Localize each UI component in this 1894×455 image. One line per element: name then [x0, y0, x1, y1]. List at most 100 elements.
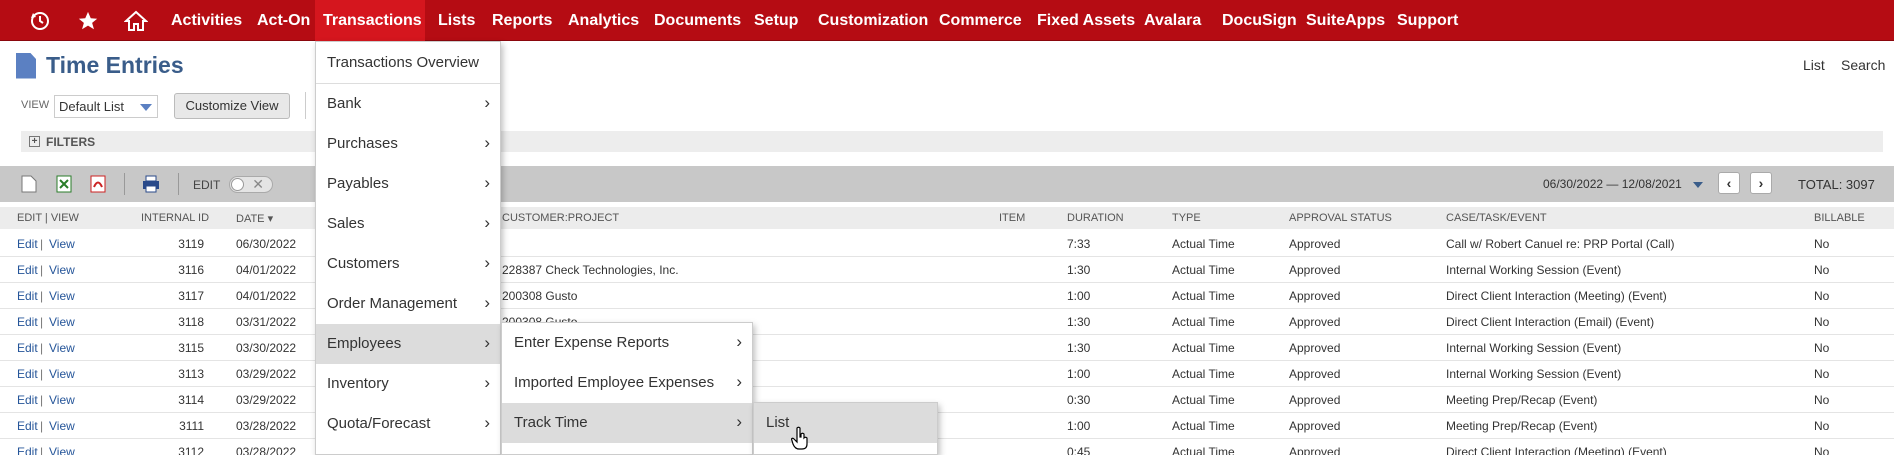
nav-activities[interactable]: Activities	[163, 0, 250, 41]
view-link[interactable]: View	[49, 393, 75, 407]
chevron-right-icon: ›	[484, 213, 490, 232]
table-row: Edit | View 3119 06/30/2022 7:33 Actual Time Ap…	[0, 231, 1894, 257]
view-label: VIEW	[21, 99, 50, 111]
nav-act-on[interactable]: Act-On	[249, 0, 318, 41]
edit-link[interactable]: Edit	[17, 315, 38, 329]
menu-item-bank[interactable]: Bank ›	[316, 84, 500, 124]
cell-internal-id: 3112	[178, 445, 204, 455]
chevron-right-icon: ›	[484, 333, 490, 352]
menu-item-transactions-overview[interactable]: Transactions Overview	[327, 54, 479, 71]
expand-icon[interactable]: +	[29, 136, 40, 147]
edit-link[interactable]: Edit	[17, 341, 38, 355]
menu-item-list[interactable]: List	[754, 403, 937, 443]
table-row: Edit | View 3111 03/28/2022 1:00 Actual Time Ap…	[0, 413, 1894, 439]
edit-label: EDIT	[193, 178, 221, 192]
cell-internal-id: 3113	[178, 367, 204, 381]
link-separator: |	[40, 445, 44, 455]
nav-commerce[interactable]: Commerce	[931, 0, 1030, 41]
cell-approval-status: Approved	[1289, 263, 1341, 277]
menu-item-payables[interactable]: Payables ›	[316, 164, 500, 204]
chevron-right-icon: ›	[736, 332, 742, 351]
link-separator: |	[40, 341, 44, 355]
print-icon[interactable]	[142, 175, 160, 193]
cell-approval-status: Approved	[1289, 237, 1341, 251]
col-date[interactable]: DATE ▾	[236, 212, 273, 225]
menu-item-track-time[interactable]: Track Time ›	[502, 403, 752, 443]
view-link[interactable]: View	[49, 445, 75, 455]
cell-approval-status: Approved	[1289, 445, 1341, 455]
nav-documents[interactable]: Documents	[646, 0, 749, 41]
export-pdf-icon[interactable]	[90, 175, 106, 193]
edit-link[interactable]: Edit	[17, 367, 38, 381]
view-link[interactable]: View	[49, 315, 75, 329]
nav-customization[interactable]: Customization	[810, 0, 936, 41]
nav-transactions[interactable]: Transactions	[315, 0, 425, 41]
view-link[interactable]: View	[49, 419, 75, 433]
col-case-task-event[interactable]: CASE/TASK/EVENT	[1446, 212, 1547, 224]
menu-item-inventory[interactable]: Inventory ›	[316, 364, 500, 404]
nav-reports[interactable]: Reports	[484, 0, 560, 41]
edit-link[interactable]: Edit	[17, 445, 38, 455]
col-approval-status[interactable]: APPROVAL STATUS	[1289, 212, 1392, 224]
table-row: Edit|View311803/31/2022200308 Gusto1:30A…	[0, 309, 1894, 335]
menu-item-quota-forecast[interactable]: Quota/Forecast ›	[316, 404, 500, 444]
view-select[interactable]: Default List	[54, 95, 158, 118]
nav-suiteapps[interactable]: SuiteApps	[1298, 0, 1393, 41]
nav-lists[interactable]: Lists	[430, 0, 483, 41]
edit-link[interactable]: Edit	[17, 289, 38, 303]
edit-toggle[interactable]: ✕	[229, 176, 273, 193]
new-document-icon[interactable]	[21, 175, 37, 193]
menu-item-employees[interactable]: Employees ›	[316, 324, 500, 364]
nav-docusign[interactable]: DocuSign	[1214, 0, 1305, 41]
menu-item-sales[interactable]: Sales ›	[316, 204, 500, 244]
chevron-down-icon	[140, 104, 152, 111]
filters-bar[interactable]: + FILTERS	[21, 131, 1883, 152]
menu-item-order-management[interactable]: Order Management ›	[316, 284, 500, 324]
cell-date: 03/30/2022	[236, 341, 297, 355]
cell-type: Actual Time	[1172, 237, 1235, 251]
col-billable[interactable]: BILLABLE	[1814, 212, 1865, 224]
view-link[interactable]: View	[49, 341, 75, 355]
nav-avalara[interactable]: Avalara	[1136, 0, 1209, 41]
view-link[interactable]: View	[49, 367, 75, 381]
edit-link[interactable]: Edit	[17, 237, 38, 251]
view-link[interactable]: View	[49, 263, 75, 277]
recent-icon[interactable]	[26, 0, 54, 41]
home-icon[interactable]	[122, 0, 150, 41]
table-row: Edit | View 3114 03/29/2022 0:30 Actual Time Ap…	[0, 387, 1894, 413]
edit-link[interactable]: Edit	[17, 393, 38, 407]
table-row: Edit | View 3112 03/28/2022 0:45 Actual Time Ap…	[0, 439, 1894, 455]
col-internal-id[interactable]: INTERNAL ID	[141, 212, 209, 224]
col-item[interactable]: ITEM	[999, 212, 1025, 224]
menu-item-customers[interactable]: Customers ›	[316, 244, 500, 284]
cell-approval-status: Approved	[1289, 289, 1341, 303]
menu-item-enter-expense-reports[interactable]: Enter Expense Reports ›	[502, 323, 752, 363]
col-duration[interactable]: DURATION	[1067, 212, 1124, 224]
cell-type: Actual Time	[1172, 419, 1235, 433]
customize-view-button[interactable]: Customize View	[174, 93, 290, 119]
export-excel-icon[interactable]	[56, 175, 72, 193]
next-page-button[interactable]: ›	[1750, 172, 1772, 194]
list-link[interactable]: List	[1803, 57, 1825, 73]
nav-support[interactable]: Support	[1389, 0, 1466, 41]
menu-item-imported-employee-expenses[interactable]: Imported Employee Expenses ›	[502, 363, 752, 403]
view-link[interactable]: View	[49, 289, 75, 303]
col-type[interactable]: TYPE	[1172, 212, 1201, 224]
cell-date: 03/28/2022	[236, 419, 297, 433]
edit-link[interactable]: Edit	[17, 419, 38, 433]
star-icon[interactable]	[74, 0, 102, 41]
date-range[interactable]: 06/30/2022 — 12/08/2021	[1543, 177, 1682, 191]
view-link[interactable]: View	[49, 237, 75, 251]
chevron-right-icon: ›	[484, 373, 490, 392]
edit-link[interactable]: Edit	[17, 263, 38, 277]
cell-case-task-event: Direct Client Interaction (Meeting) (Eve…	[1446, 289, 1667, 303]
search-link[interactable]: Search	[1841, 57, 1885, 73]
col-customer-project[interactable]: CUSTOMER:PROJECT	[502, 212, 619, 224]
nav-setup[interactable]: Setup	[746, 0, 806, 41]
link-separator: |	[40, 419, 44, 433]
menu-item-purchases[interactable]: Purchases ›	[316, 124, 500, 164]
chevron-down-icon[interactable]	[1693, 182, 1703, 188]
nav-analytics[interactable]: Analytics	[560, 0, 647, 41]
previous-page-button[interactable]: ‹	[1718, 172, 1740, 194]
nav-fixed-assets[interactable]: Fixed Assets	[1029, 0, 1143, 41]
